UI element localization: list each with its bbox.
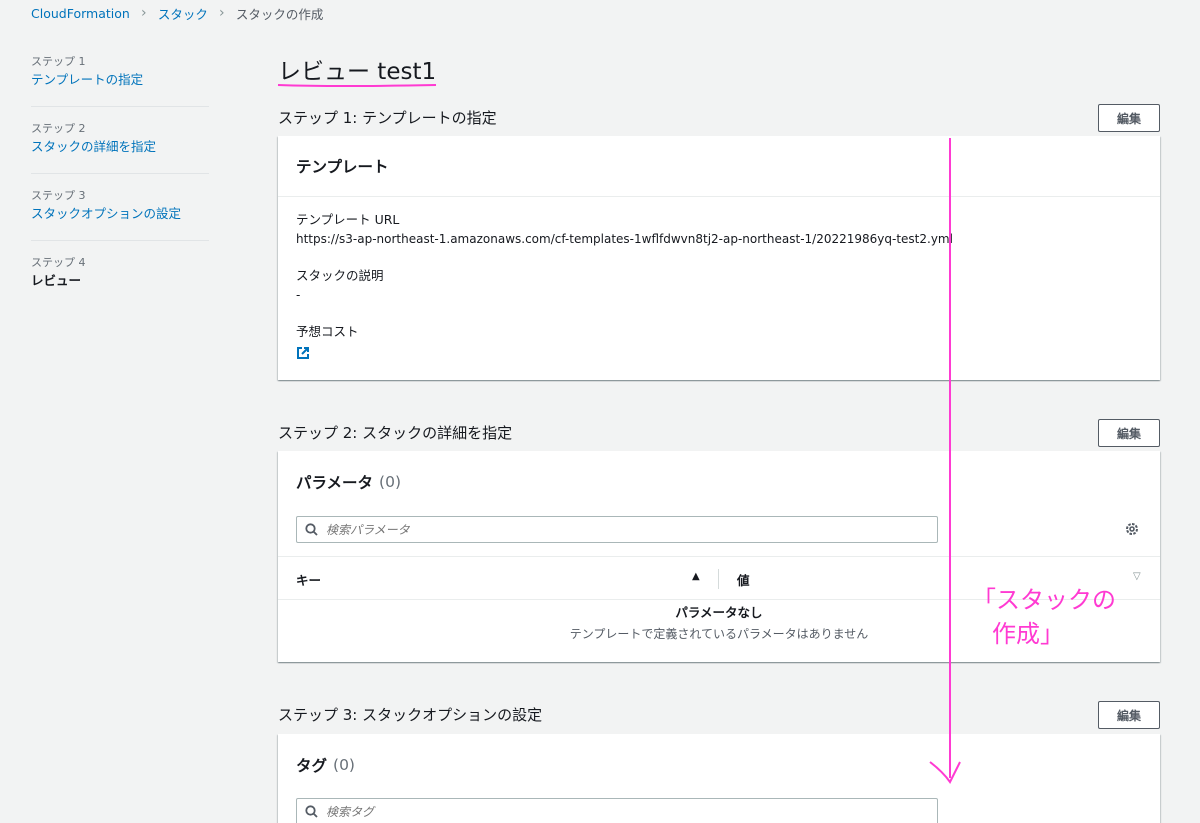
gear-icon[interactable]: [1125, 522, 1139, 536]
sort-ascending-icon[interactable]: ▲: [692, 571, 700, 582]
panel-title: テンプレート: [278, 136, 1160, 197]
external-link-icon[interactable]: [296, 346, 310, 360]
chevron-right-icon: ›: [141, 5, 147, 21]
panel-title: タグ (0): [278, 734, 1160, 795]
panel-title-text: パラメータ: [296, 473, 374, 492]
tag-count: (0): [333, 755, 355, 774]
column-header-key[interactable]: キー: [296, 570, 321, 589]
template-url-label: テンプレート URL: [296, 212, 400, 227]
step-link-stack-options[interactable]: スタックオプションの設定: [31, 204, 209, 224]
template-url-field: テンプレート URL https://s3-ap-northeast-1.ama…: [296, 211, 953, 249]
edit-step2-button[interactable]: 編集: [1098, 419, 1160, 447]
section-title-step1: ステップ 1: テンプレートの指定: [278, 109, 497, 127]
stack-description-value: -: [296, 288, 301, 302]
step-number: ステップ 4: [31, 256, 86, 269]
edit-step1-button[interactable]: 編集: [1098, 104, 1160, 132]
chevron-right-icon: ›: [219, 5, 225, 21]
breadcrumb-create-stack: スタックの作成: [235, 6, 324, 22]
search-parameters-input[interactable]: [326, 522, 906, 537]
annotation-underline: [277, 84, 437, 87]
breadcrumb-stacks[interactable]: スタック: [158, 4, 208, 23]
template-url-value: https://s3-ap-northeast-1.amazonaws.com/…: [296, 232, 953, 246]
annotation-text-line1: 「スタックの: [972, 586, 1116, 614]
step-number: ステップ 3: [31, 189, 86, 202]
wizard-step-4: ステップ 4 レビュー: [31, 255, 209, 307]
panel-title-text: テンプレート: [296, 158, 389, 176]
column-header-value[interactable]: 値: [737, 570, 750, 589]
sort-icon[interactable]: ▽: [1133, 571, 1141, 582]
estimated-cost-field: 予想コスト: [296, 323, 359, 364]
wizard-steps: ステップ 1 テンプレートの指定 ステップ 2 スタックの詳細を指定 ステップ …: [31, 54, 209, 321]
wizard-step-1: ステップ 1 テンプレートの指定: [31, 54, 209, 107]
search-tags-input[interactable]: [326, 804, 906, 819]
breadcrumb: CloudFormation › スタック › スタックの作成: [31, 4, 324, 23]
parameter-count: (0): [379, 472, 402, 491]
wizard-step-2: ステップ 2 スタックの詳細を指定: [31, 121, 209, 174]
search-icon: [305, 805, 318, 818]
tags-panel: タグ (0): [278, 734, 1160, 823]
section-title-step2: ステップ 2: スタックの詳細を指定: [278, 424, 513, 442]
page-title: レビュー test1: [278, 59, 437, 85]
estimated-cost-link[interactable]: 予想コスト: [296, 323, 359, 341]
step-number: ステップ 1: [31, 55, 86, 68]
search-icon: [305, 523, 318, 536]
section-title-step3: ステップ 3: スタックオプションの設定: [278, 706, 543, 724]
column-divider[interactable]: [718, 569, 719, 589]
tag-search[interactable]: [296, 798, 938, 823]
step-current-review: レビュー: [31, 273, 82, 288]
parameter-search[interactable]: [296, 516, 938, 543]
panel-title-text: タグ: [296, 756, 328, 775]
wizard-step-3: ステップ 3 スタックオプションの設定: [31, 188, 209, 241]
breadcrumb-cloudformation[interactable]: CloudFormation: [31, 6, 130, 21]
step-link-template[interactable]: テンプレートの指定: [31, 70, 209, 90]
template-panel: テンプレート テンプレート URL https://s3-ap-northeas…: [278, 136, 1160, 380]
panel-title: パラメータ (0): [278, 451, 1160, 512]
stack-description-label: スタックの説明: [296, 268, 384, 283]
edit-step3-button[interactable]: 編集: [1098, 701, 1160, 729]
step-number: ステップ 2: [31, 122, 86, 135]
stack-description-field: スタックの説明 -: [296, 267, 384, 305]
step-link-stack-details[interactable]: スタックの詳細を指定: [31, 137, 209, 157]
annotation-text-line2: 作成」: [992, 620, 1064, 648]
